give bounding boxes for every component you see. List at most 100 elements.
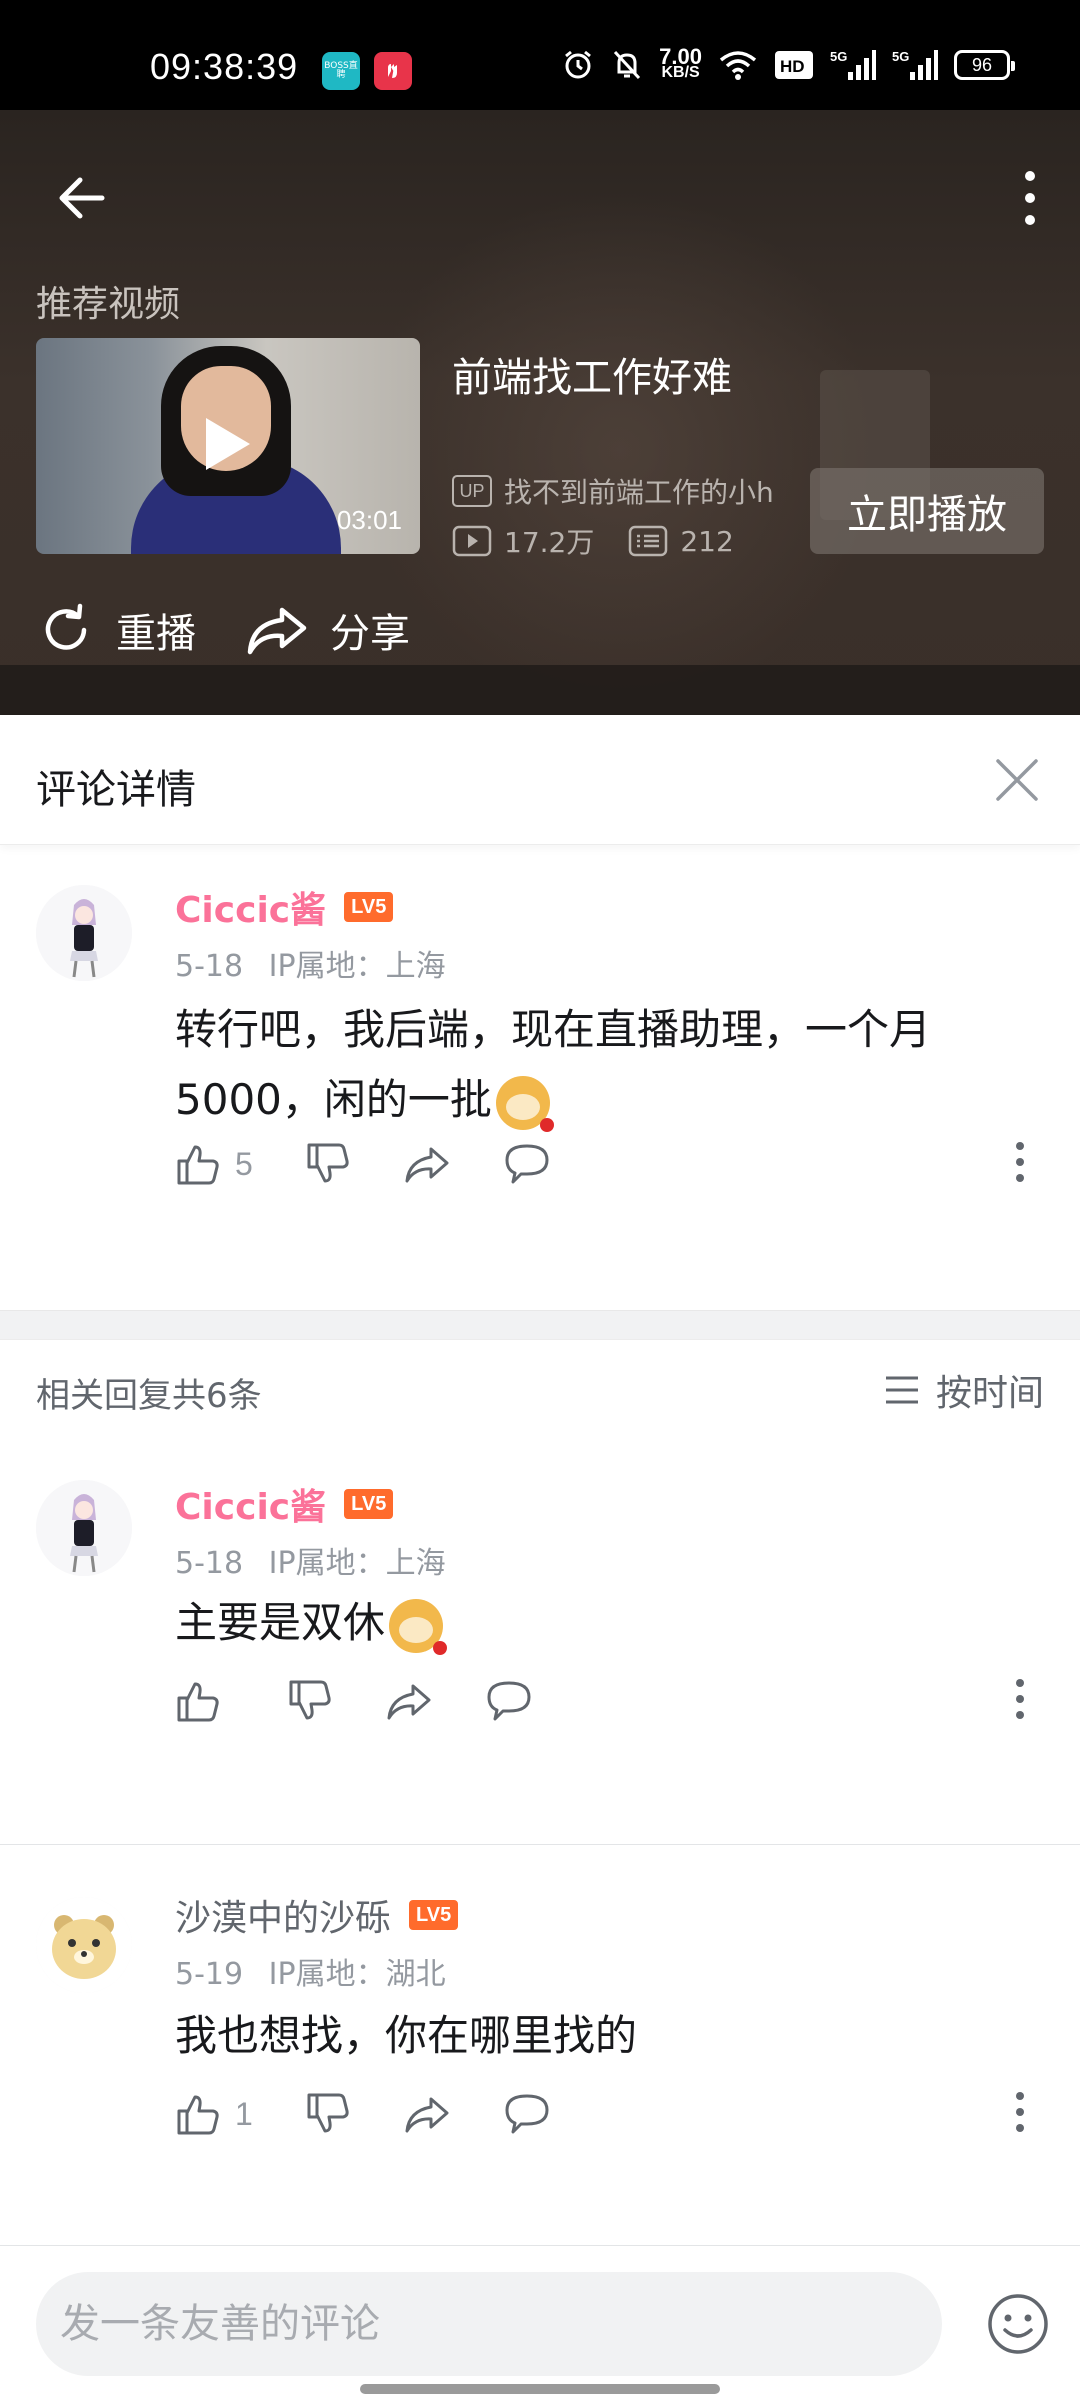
video-duration: 03:01 [336,505,402,535]
avatar[interactable] [36,885,132,981]
recommended-videos-label: 推荐视频 [36,284,181,325]
share-button[interactable]: 分享 [244,600,410,660]
like-button[interactable] [175,1678,235,1724]
net-speed-unit: KB/S [661,64,700,81]
mute-bell-icon [614,50,641,80]
back-button[interactable] [52,168,112,228]
comment-date: 5-18 [175,949,244,984]
status-icons: 7.00 KB/S HD 5G 5G 96 [561,44,1015,82]
username-text: Ciccic酱 [175,890,327,931]
reply-text[interactable]: 主要是双休 [175,1588,1025,1658]
forward-button[interactable] [403,2093,451,2135]
vertical-dots-icon [1025,171,1035,225]
dislike-button[interactable] [305,2091,351,2137]
level-badge: LV5 [409,1900,459,1930]
emoji-button[interactable] [986,2292,1050,2356]
video-end-actions: 重播 分享 [36,600,458,660]
anime-girl-avatar-icon [36,885,132,981]
home-indicator[interactable] [360,2384,720,2394]
reply-item: Ciccic酱 LV5 5-18 IP属地：上海 主要是双休 [0,1450,1080,1780]
comment-meta: 5-18 IP属地：上海 [175,941,462,985]
anime-girl-avatar-icon [36,1480,132,1576]
recommended-video-thumbnail[interactable]: 03:01 [36,338,420,554]
sheet-title: 评论详情 [36,767,196,813]
reply-button[interactable] [503,1142,551,1186]
forward-button[interactable] [385,1680,433,1722]
share-icon [247,607,307,655]
forward-icon [387,1684,431,1720]
view-count: 17.2万 [504,526,595,559]
hd-icon: HD [775,51,813,79]
thumbs-up-icon [177,1145,219,1185]
sort-label: 按时间 [935,1373,1044,1414]
close-button[interactable] [994,757,1040,803]
vertical-dots-icon [1016,2092,1024,2132]
recommended-video-title[interactable]: 前端找工作好难 [452,345,732,403]
reply-more-button[interactable] [1012,1674,1028,1724]
sort-by-time-button[interactable]: 按时间 [884,1364,1044,1416]
close-icon [996,759,1038,801]
avatar[interactable] [36,1480,132,1576]
cartoon-bear-avatar-icon [36,1897,132,1993]
net-speed-value: 7.00 [659,44,702,69]
signal2-label: 5G [892,49,909,64]
forward-button[interactable] [403,1143,451,1185]
view-count-icon [452,525,492,557]
replies-header: 相关回复共6条 按时间 [0,1340,1080,1430]
dislike-button[interactable] [287,1678,333,1724]
doge-emoji-icon [389,1598,448,1655]
thumbs-down-icon [289,1680,331,1720]
vertical-dots-icon [1016,1142,1024,1182]
more-options-button[interactable] [1010,166,1050,230]
video-player-overlay[interactable]: 推荐视频 03:01 前端找工作好难 UP 找不到前端工作的小h 17.2万 2… [0,110,1080,715]
comment-username[interactable]: Ciccic酱 LV5 [175,881,394,933]
share-label: 分享 [330,611,410,657]
main-comment: Ciccic酱 LV5 5-18 IP属地：上海 转行吧，我后端，现在直播助理，… [0,845,1080,1315]
status-bar: 09:38:39 BOSS直聘 7.00 KB/S HD 5G 5G 96 [0,0,1080,110]
like-button[interactable]: 5 [175,1141,253,1187]
reply-more-button[interactable] [1012,2087,1028,2137]
signal1-label: 5G [830,49,847,64]
comment-input-bar [0,2245,1080,2400]
replay-label: 重播 [116,611,196,657]
reply-item: 沙漠中的沙砾 LV5 5-19 IP属地：湖北 我也想找，你在哪里找的 1 [0,1845,1080,2240]
reply-date: 5-18 [175,1546,244,1581]
comment-text-content: 转行吧，我后端，现在直播助理，一个月5000，闲的一批 [175,1005,932,1124]
replay-button[interactable]: 重播 [36,600,196,660]
like-count: 5 [235,1145,253,1182]
sheet-header: 评论详情 [0,715,1080,845]
reply-username[interactable]: 沙漠中的沙砾 LV5 [175,1889,459,1941]
speech-bubble-icon [505,2094,549,2134]
reply-button[interactable] [485,1679,533,1723]
level-badge: LV5 [344,1489,394,1519]
play-now-button[interactable]: 立即播放 [810,468,1044,554]
reply-username[interactable]: Ciccic酱 LV5 [175,1478,394,1530]
thumbs-down-icon [307,1143,349,1183]
video-bottom-strip [0,665,1080,715]
signal-5g-icon-2: 5G [892,49,938,80]
reply-text[interactable]: 我也想找，你在哪里找的 [175,2001,1025,2071]
like-button[interactable]: 1 [175,2091,253,2137]
like-count: 1 [235,2095,253,2132]
signal-5g-icon-1: 5G [830,49,876,80]
vertical-dots-icon [1016,1679,1024,1719]
section-divider [0,1310,1080,1340]
comment-input[interactable] [36,2272,942,2376]
net-speed: 7.00 KB/S [659,44,702,81]
reply-button[interactable] [503,2092,551,2136]
uploader-name: 找不到前端工作的小h [504,476,774,509]
speech-bubble-icon [487,1681,531,1721]
forward-icon [405,1147,449,1183]
dislike-button[interactable] [305,1141,351,1187]
reply-ip-location: IP属地：上海 [268,1546,446,1581]
hd-label: HD [780,57,805,76]
avatar[interactable] [36,1897,132,1993]
reply-actions [175,1678,585,1724]
comment-text[interactable]: 转行吧，我后端，现在直播助理，一个月5000，闲的一批 [175,995,1025,1135]
list-sort-icon [885,1376,918,1404]
username-text: 沙漠中的沙砾 [175,1898,392,1939]
reply-text-content: 我也想找，你在哪里找的 [175,2011,638,2060]
thumbs-up-icon [177,2095,219,2135]
recommended-video-meta: UP 找不到前端工作的小h 17.2万 212 [452,466,774,566]
comment-more-button[interactable] [1012,1137,1028,1187]
